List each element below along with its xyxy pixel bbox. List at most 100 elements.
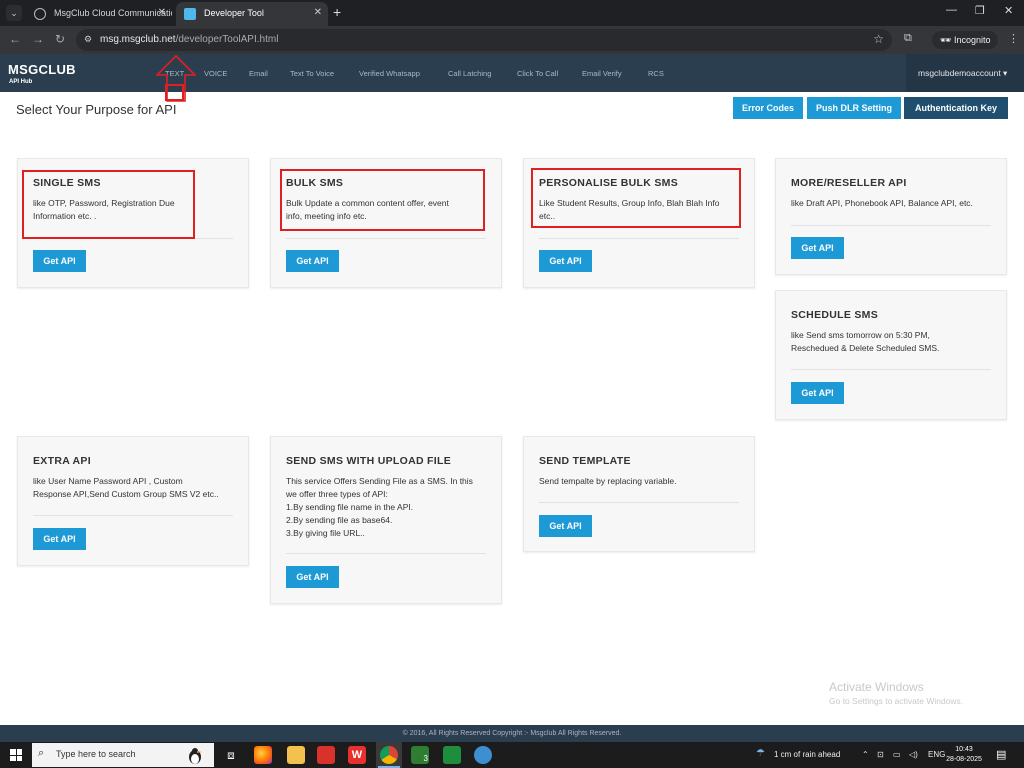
- window-close-icon[interactable]: ✕: [1004, 4, 1013, 17]
- bookmark-star-icon[interactable]: ☆: [873, 32, 884, 46]
- snipping-tool-icon[interactable]: [474, 746, 492, 764]
- card-divider: [539, 238, 739, 239]
- get-api-button[interactable]: Get API: [539, 250, 592, 272]
- volume-icon[interactable]: ◁): [909, 750, 918, 759]
- chrome-group-icon[interactable]: 3: [411, 746, 429, 764]
- card-send-template: SEND TEMPLATE Send tempalte by replacing…: [523, 436, 755, 552]
- weather-text[interactable]: 1 cm of rain ahead: [774, 750, 840, 759]
- browser-tabstrip: ⌄ MsgClub Cloud Communicatio ✕ Developer…: [0, 0, 1024, 26]
- card-title: EXTRA API: [33, 455, 91, 467]
- activate-windows-subtitle: Go to Settings to activate Windows.: [829, 696, 964, 706]
- search-highlight-icon: [189, 748, 202, 764]
- error-codes-button[interactable]: Error Codes: [733, 97, 803, 119]
- activate-windows-title: Activate Windows: [829, 680, 924, 694]
- card-divider: [33, 515, 233, 516]
- brand-logo[interactable]: MSGCLUB: [8, 62, 76, 77]
- get-api-button[interactable]: Get API: [33, 250, 86, 272]
- page-title: Select Your Purpose for API: [16, 102, 177, 117]
- globe-icon: [34, 8, 46, 20]
- nav-click-to-call[interactable]: Click To Call: [517, 69, 558, 78]
- wps-office-icon[interactable]: W: [348, 746, 366, 764]
- address-bar-row: ← → ↻ ⚙ msg.msgclub.net/developerToolAPI…: [0, 26, 1024, 54]
- card-divider: [286, 553, 486, 554]
- forward-icon[interactable]: →: [32, 32, 44, 46]
- brand-subtitle: API Hub: [9, 79, 33, 85]
- browser-tab-msgclub[interactable]: MsgClub Cloud Communicatio ✕: [26, 2, 172, 26]
- extensions-icon[interactable]: ⧉: [904, 32, 912, 45]
- task-view-icon[interactable]: ⧈: [222, 746, 240, 764]
- taskbar-search-input[interactable]: ⌕ Type here to search: [32, 743, 214, 767]
- firefox-icon[interactable]: [254, 746, 272, 764]
- nav-call-latching[interactable]: Call Latching: [448, 69, 491, 78]
- close-icon[interactable]: ✕: [314, 2, 322, 24]
- windows-start-icon[interactable]: [10, 749, 22, 761]
- account-dropdown[interactable]: msgclubdemoaccount ▾: [906, 54, 1024, 92]
- card-description: like Send sms tomorrow on 5:30 PM, Resche…: [791, 330, 940, 353]
- nav-email-verify[interactable]: Email Verify: [582, 69, 622, 78]
- search-icon: ⌕: [38, 747, 45, 759]
- get-api-button[interactable]: Get API: [791, 382, 844, 404]
- tab-title: Developer Tool: [204, 8, 264, 18]
- card-send-sms-upload-file: SEND SMS WITH UPLOAD FILE This service O…: [270, 436, 502, 604]
- card-extra-api: EXTRA API like User Name Password API , …: [17, 436, 249, 566]
- weather-icon[interactable]: ☂: [756, 748, 765, 759]
- push-dlr-setting-button[interactable]: Push DLR Setting: [807, 97, 901, 119]
- menu-icon[interactable]: ⋮: [1008, 32, 1019, 45]
- language-indicator[interactable]: ENG: [928, 750, 945, 759]
- card-schedule-sms: SCHEDULE SMS like Send sms tomorrow on 5…: [775, 290, 1007, 420]
- nav-verified-whatsapp[interactable]: Verified Whatsapp: [359, 69, 420, 78]
- restore-icon[interactable]: ❐: [975, 4, 985, 17]
- card-description: like Draft API, Phonebook API, Balance A…: [791, 198, 973, 208]
- card-title: MORE/RESELLER API: [791, 177, 907, 189]
- minimize-icon[interactable]: —: [946, 4, 957, 16]
- site-navbar: MSGCLUB API Hub TEXT VOICE Email Text To…: [0, 54, 1024, 92]
- nav-text-to-voice[interactable]: Text To Voice: [290, 69, 334, 78]
- card-divider: [791, 369, 991, 370]
- chevron-up-icon[interactable]: ⌃: [862, 750, 869, 759]
- nav-rcs[interactable]: RCS: [648, 69, 664, 78]
- card-title: SCHEDULE SMS: [791, 309, 879, 321]
- card-title: SEND TEMPLATE: [539, 455, 631, 467]
- nav-voice[interactable]: VOICE: [204, 69, 227, 78]
- file-explorer-icon[interactable]: [287, 746, 305, 764]
- windows-taskbar: ⌕ Type here to search ⧈ W 3 ☂ 1 cm of ra…: [0, 742, 1024, 768]
- reload-icon[interactable]: ↻: [55, 32, 65, 46]
- tab-title: MsgClub Cloud Communicatio: [54, 8, 172, 18]
- nav-email[interactable]: Email: [249, 69, 268, 78]
- incognito-badge[interactable]: 🕶 Incognito: [932, 31, 999, 49]
- get-api-button[interactable]: Get API: [791, 237, 844, 259]
- notepad-icon[interactable]: [443, 746, 461, 764]
- annotation-box-personalise: [531, 168, 741, 228]
- anydesk-icon[interactable]: [317, 746, 335, 764]
- card-divider: [286, 238, 486, 239]
- annotation-box-bulk-sms: [280, 169, 485, 231]
- chrome-icon[interactable]: [380, 746, 398, 764]
- annotation-box-single-sms: [22, 170, 195, 239]
- authentication-key-button[interactable]: Authentication Key: [904, 97, 1008, 119]
- site-info-icon[interactable]: ⚙: [84, 34, 94, 44]
- card-divider: [791, 225, 991, 226]
- url-text: msg.msgclub.net/developerToolAPI.html: [100, 34, 279, 45]
- url-input[interactable]: ⚙ msg.msgclub.net/developerToolAPI.html …: [76, 29, 892, 51]
- get-api-button[interactable]: Get API: [33, 528, 86, 550]
- browser-tab-developer-tool[interactable]: Developer Tool ✕: [176, 2, 328, 26]
- page-footer: © 2016, All Rights Reserved Copyright :-…: [0, 725, 1024, 742]
- get-api-button[interactable]: Get API: [539, 515, 592, 537]
- get-api-button[interactable]: Get API: [286, 250, 339, 272]
- notification-icon[interactable]: ▤: [996, 748, 1006, 761]
- new-tab-button[interactable]: +: [333, 4, 341, 20]
- card-divider: [539, 502, 739, 503]
- annotation-box-nav: [165, 84, 184, 101]
- system-clock[interactable]: 10:43 28-08-2025: [946, 745, 982, 765]
- get-api-button[interactable]: Get API: [286, 566, 339, 588]
- network-icon[interactable]: ⊡: [877, 750, 884, 759]
- card-description: Send tempalte by replacing variable.: [539, 476, 677, 486]
- tab-search-button[interactable]: ⌄: [6, 5, 22, 21]
- card-description: like User Name Password API , Custom Resp…: [33, 476, 219, 499]
- close-icon[interactable]: ✕: [158, 2, 166, 24]
- developer-tool-favicon-icon: [184, 8, 196, 20]
- battery-icon[interactable]: ▭: [893, 750, 901, 759]
- back-icon[interactable]: ←: [9, 32, 21, 46]
- card-title: SEND SMS WITH UPLOAD FILE: [286, 455, 451, 467]
- card-more-reseller-api: MORE/RESELLER API like Draft API, Phoneb…: [775, 158, 1007, 275]
